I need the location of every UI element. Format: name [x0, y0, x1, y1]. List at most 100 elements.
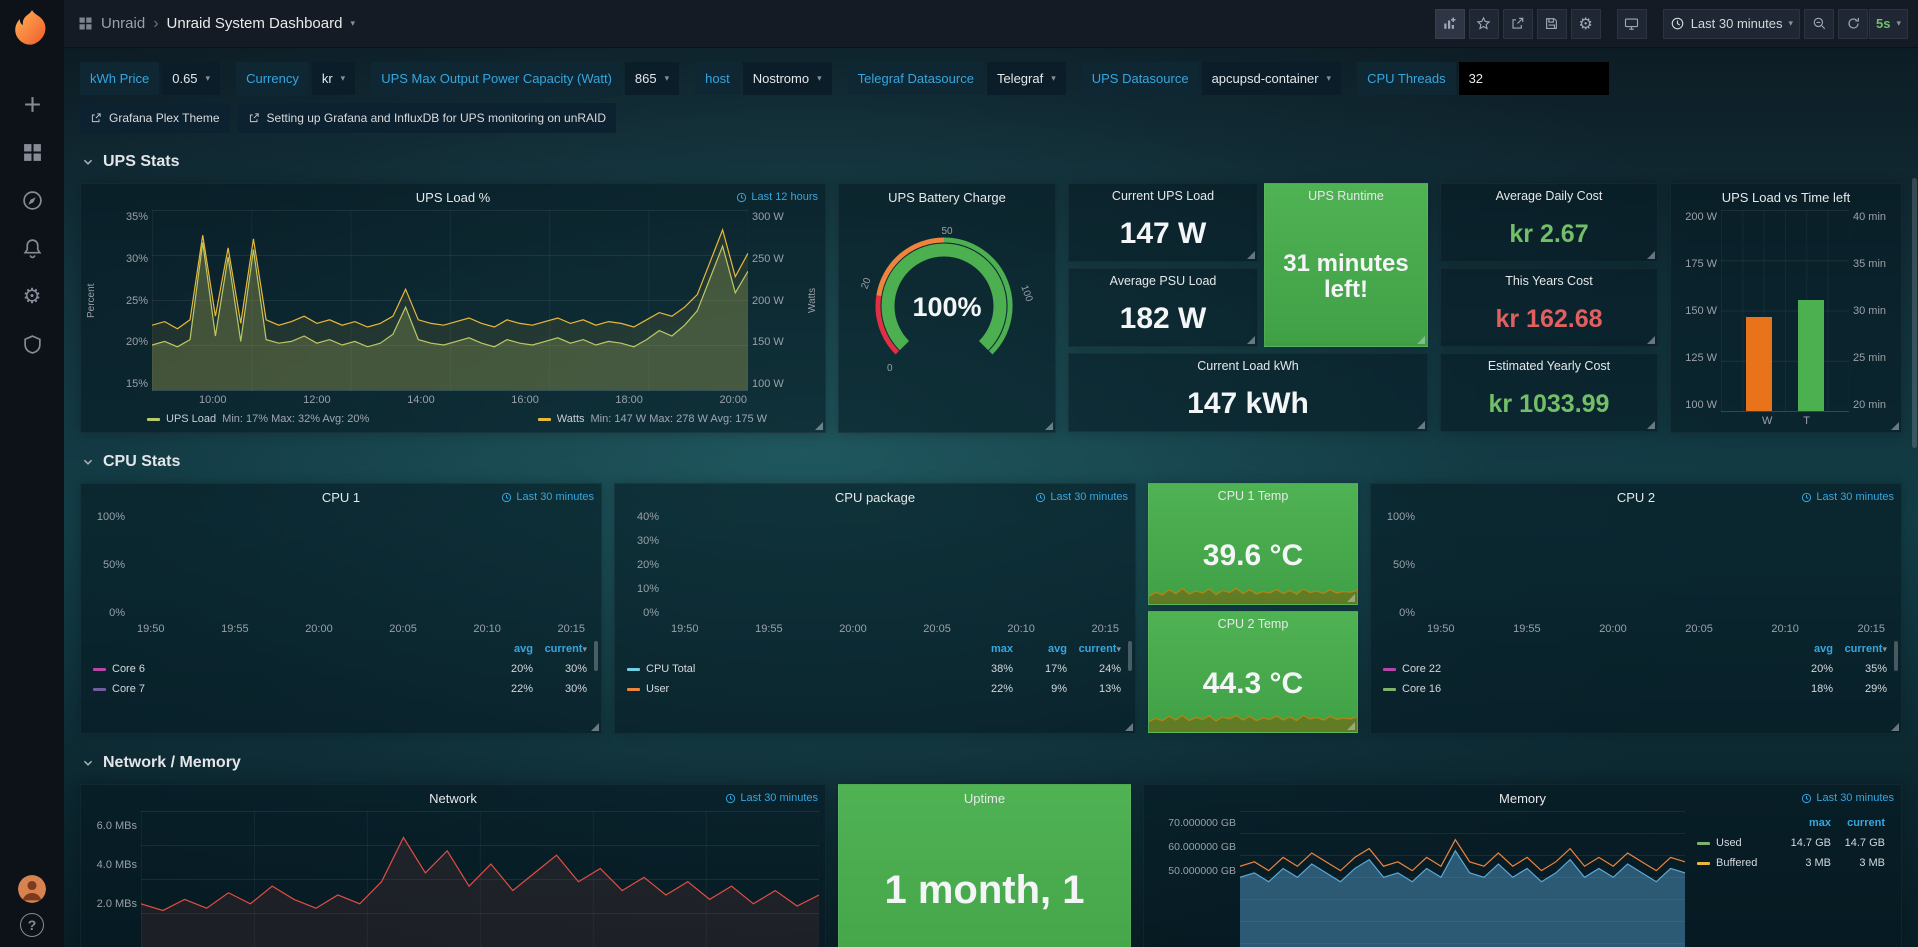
- section-cpu-stats[interactable]: CPU Stats: [82, 453, 1902, 471]
- variable-value-dropdown[interactable]: 865▾: [625, 62, 679, 95]
- configuration-gear-icon[interactable]: ⚙: [10, 274, 54, 318]
- zoom-out-button[interactable]: [1804, 9, 1834, 39]
- dashboard-settings-button[interactable]: ⚙: [1571, 9, 1601, 39]
- network-chart[interactable]: [141, 811, 819, 947]
- panel-title[interactable]: CPU package Last 30 minutes: [615, 484, 1135, 510]
- legend-item-ups-load[interactable]: UPS Load Min: 17% Max: 32% Avg: 20%: [147, 413, 369, 425]
- legend-scrollbar[interactable]: [594, 641, 598, 671]
- panel-title[interactable]: Memory Last 30 minutes: [1144, 785, 1901, 811]
- panel-resize-handle[interactable]: [1125, 723, 1133, 731]
- dashboards-icon[interactable]: [10, 130, 54, 174]
- legend-header-avg[interactable]: avg: [1779, 643, 1833, 655]
- tv-cycle-button[interactable]: [1617, 9, 1647, 39]
- panel-resize-handle[interactable]: [1247, 251, 1255, 259]
- save-dashboard-button[interactable]: [1537, 9, 1567, 39]
- panel-title[interactable]: Network Last 30 minutes: [81, 785, 825, 811]
- create-plus-icon[interactable]: [10, 82, 54, 126]
- panel-resize-handle[interactable]: [1891, 723, 1899, 731]
- alerting-bell-icon[interactable]: [10, 226, 54, 270]
- memory-chart[interactable]: [1240, 811, 1685, 947]
- panel-resize-handle[interactable]: [1347, 722, 1355, 730]
- grafana-logo-icon[interactable]: [12, 8, 52, 48]
- breadcrumb-folder[interactable]: Unraid: [101, 15, 145, 32]
- legend-item-watts[interactable]: Watts Min: 147 W Max: 278 W Avg: 175 W: [538, 413, 767, 425]
- refresh-interval-dropdown[interactable]: 5s ▾: [1869, 9, 1908, 39]
- bar-chart[interactable]: [1721, 210, 1849, 412]
- legend-row[interactable]: Core 22 20% 35%: [1383, 659, 1887, 679]
- add-panel-button[interactable]: [1435, 9, 1465, 39]
- panel-title[interactable]: CPU 1 Last 30 minutes: [81, 484, 601, 510]
- ups-load-chart[interactable]: [152, 210, 748, 391]
- variable-value-dropdown[interactable]: Telegraf▾: [987, 62, 1066, 95]
- page-scrollbar[interactable]: [1910, 48, 1918, 947]
- panel-resize-handle[interactable]: [1247, 336, 1255, 344]
- legend-header-max[interactable]: max: [959, 643, 1013, 655]
- sort-caret: ▾: [1882, 645, 1887, 655]
- panel-title[interactable]: Current Load kWh: [1069, 354, 1427, 377]
- panel-title[interactable]: UPS Load % Last 12 hours: [81, 184, 825, 210]
- legend-scrollbar[interactable]: [1894, 641, 1898, 671]
- legend-row[interactable]: Core 16 18% 29%: [1383, 679, 1887, 699]
- star-dashboard-button[interactable]: [1469, 9, 1499, 39]
- variable-value-dropdown[interactable]: apcupsd-container▾: [1202, 62, 1342, 95]
- bar-watts[interactable]: [1746, 317, 1772, 411]
- panel-title[interactable]: UPS Battery Charge: [839, 184, 1055, 210]
- panel-title[interactable]: UPS Runtime: [1265, 184, 1427, 207]
- legend-row[interactable]: Core 6 20% 30%: [93, 659, 587, 679]
- legend-header-avg[interactable]: avg: [1013, 643, 1067, 655]
- panel-resize-handle[interactable]: [1647, 251, 1655, 259]
- server-admin-shield-icon[interactable]: [10, 322, 54, 366]
- variable-value-dropdown[interactable]: 0.65▾: [162, 62, 220, 95]
- legend-row[interactable]: User 22% 9% 13%: [627, 679, 1121, 699]
- bar-time-left[interactable]: [1798, 300, 1824, 411]
- panel-resize-handle[interactable]: [1347, 594, 1355, 602]
- help-icon[interactable]: ?: [20, 913, 44, 937]
- panel-resize-handle[interactable]: [1417, 336, 1425, 344]
- section-ups-stats[interactable]: UPS Stats: [82, 153, 1902, 171]
- legend-header-current[interactable]: current▾: [1833, 643, 1887, 655]
- refresh-button[interactable]: [1838, 9, 1868, 39]
- apps-grid-icon[interactable]: [78, 16, 93, 31]
- legend-header-current[interactable]: current▾: [533, 643, 587, 655]
- panel-resize-handle[interactable]: [1045, 422, 1053, 430]
- scrollbar-thumb[interactable]: [1912, 178, 1917, 448]
- variable-label: UPS Datasource: [1082, 62, 1199, 95]
- panel-resize-handle[interactable]: [1647, 421, 1655, 429]
- explore-compass-icon[interactable]: [10, 178, 54, 222]
- panel-title[interactable]: CPU 2 Last 30 minutes: [1371, 484, 1901, 510]
- panel-title[interactable]: UPS Load vs Time left: [1671, 184, 1901, 210]
- panel-title[interactable]: This Years Cost: [1441, 269, 1657, 292]
- legend-row[interactable]: Used 14.7 GB 14.7 GB: [1697, 833, 1885, 853]
- link-grafana-plex-theme[interactable]: Grafana Plex Theme: [80, 103, 230, 133]
- section-network-memory[interactable]: Network / Memory: [82, 754, 1902, 772]
- variable-value-dropdown[interactable]: kr▾: [312, 62, 355, 95]
- panel-title[interactable]: Uptime: [839, 785, 1130, 811]
- cpu-threads-input[interactable]: [1459, 62, 1609, 95]
- panel-title[interactable]: Current UPS Load: [1069, 184, 1257, 207]
- legend-row[interactable]: CPU Total 38% 17% 24%: [627, 659, 1121, 679]
- share-dashboard-button[interactable]: [1503, 9, 1533, 39]
- panel-resize-handle[interactable]: [815, 422, 823, 430]
- panel-title[interactable]: CPU 2 Temp: [1149, 612, 1357, 635]
- legend-header-max[interactable]: max: [1777, 817, 1831, 829]
- legend-scrollbar[interactable]: [1128, 641, 1132, 671]
- legend-row[interactable]: Core 7 22% 30%: [93, 679, 587, 699]
- legend-header-current[interactable]: current▾: [1067, 643, 1121, 655]
- link-ups-monitoring-guide[interactable]: Setting up Grafana and InfluxDB for UPS …: [238, 103, 617, 133]
- panel-title[interactable]: CPU 1 Temp: [1149, 484, 1357, 507]
- variable-value-dropdown[interactable]: Nostromo▾: [743, 62, 832, 95]
- panel-resize-handle[interactable]: [591, 723, 599, 731]
- panel-title[interactable]: Average PSU Load: [1069, 269, 1257, 292]
- user-avatar[interactable]: [18, 875, 46, 903]
- legend-header-avg[interactable]: avg: [479, 643, 533, 655]
- dashboard-title[interactable]: Unraid System Dashboard: [167, 15, 343, 32]
- dashboard-dropdown-caret[interactable]: ▾: [350, 19, 355, 29]
- time-range-picker[interactable]: Last 30 minutes ▾: [1663, 9, 1800, 39]
- panel-resize-handle[interactable]: [1417, 421, 1425, 429]
- panel-resize-handle[interactable]: [1891, 422, 1899, 430]
- panel-title[interactable]: Estimated Yearly Cost: [1441, 354, 1657, 377]
- legend-row[interactable]: Buffered 3 MB 3 MB: [1697, 853, 1885, 873]
- legend-header-current[interactable]: current: [1831, 817, 1885, 829]
- panel-resize-handle[interactable]: [1647, 336, 1655, 344]
- panel-title[interactable]: Average Daily Cost: [1441, 184, 1657, 207]
